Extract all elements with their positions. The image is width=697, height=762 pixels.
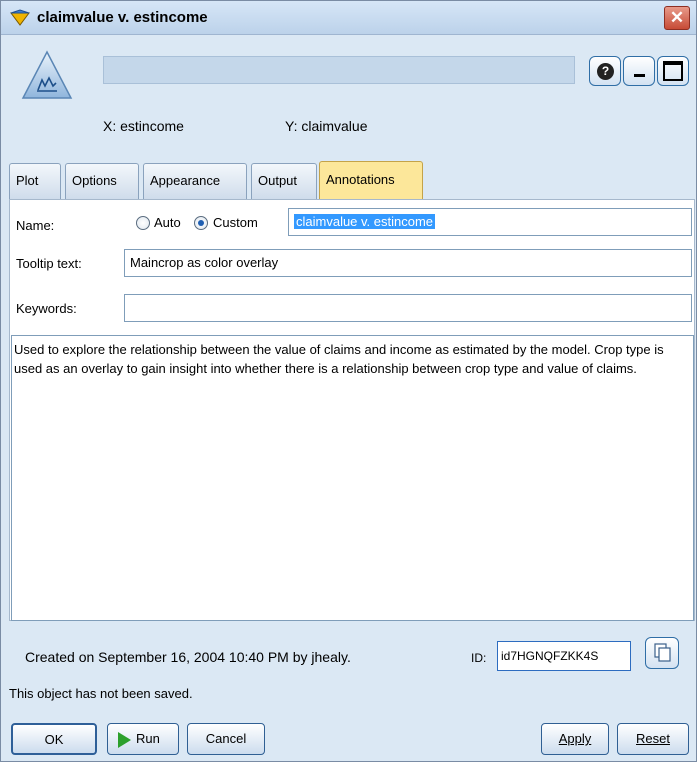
description-textarea[interactable]: Used to explore the relationship between… (11, 335, 694, 621)
maximize-icon (663, 61, 683, 81)
minimize-icon (634, 74, 645, 77)
apply-button[interactable]: Apply (541, 723, 609, 755)
save-status: This object has not been saved. (9, 686, 193, 701)
tab-plot[interactable]: Plot (9, 163, 61, 199)
close-button[interactable]: ✕ (664, 6, 690, 30)
radio-custom[interactable] (194, 216, 208, 230)
node-name-display (103, 56, 575, 84)
created-info: Created on September 16, 2004 10:40 PM b… (25, 649, 351, 665)
reset-label: Reset (636, 731, 670, 746)
tab-appearance[interactable]: Appearance (143, 163, 247, 199)
help-button[interactable]: ? (589, 56, 621, 86)
id-field[interactable]: id7HGNQFZKK4S (497, 641, 631, 671)
minimize-button[interactable] (623, 56, 655, 86)
tab-options[interactable]: Options (65, 163, 139, 199)
title-bar[interactable]: claimvalue v. estincome ✕ (1, 1, 696, 35)
name-field[interactable]: claimvalue v. estincome (288, 208, 692, 236)
dialog-window: claimvalue v. estincome ✕ ? X: estincome (0, 0, 697, 762)
tooltip-field[interactable]: Maincrop as color overlay (124, 249, 692, 277)
run-label: Run (136, 731, 160, 746)
x-field-label: X: estincome (103, 118, 184, 134)
tab-annotations[interactable]: Annotations (319, 161, 423, 199)
copy-id-button[interactable] (645, 637, 679, 669)
apply-label: Apply (558, 731, 592, 746)
annotations-panel: Name: Auto Custom claimvalue v. estincom… (9, 199, 695, 621)
run-button[interactable]: Run (107, 723, 179, 755)
tab-output[interactable]: Output (251, 163, 317, 199)
keywords-label: Keywords: (16, 301, 77, 316)
run-icon (118, 732, 131, 748)
plot-node-icon (21, 50, 73, 99)
maximize-button[interactable] (657, 56, 689, 86)
cancel-button[interactable]: Cancel (187, 723, 265, 755)
reset-button[interactable]: Reset (617, 723, 689, 755)
keywords-field[interactable] (124, 294, 692, 322)
dialog-header: ? X: estincome Y: claimvalue (1, 36, 696, 146)
ok-button[interactable]: OK (11, 723, 97, 755)
tooltip-label: Tooltip text: (16, 256, 82, 271)
radio-auto-label: Auto (154, 215, 181, 230)
window-title: claimvalue v. estincome (37, 9, 208, 26)
help-icon: ? (597, 63, 614, 80)
radio-auto[interactable] (136, 216, 150, 230)
y-field-label: Y: claimvalue (285, 118, 368, 134)
name-label: Name: (16, 218, 55, 233)
id-label: ID: (471, 651, 487, 665)
radio-custom-label: Custom (213, 215, 258, 230)
name-value: claimvalue v. estincome (294, 214, 436, 229)
copy-icon (654, 643, 671, 662)
diamond-node-icon (10, 9, 30, 26)
